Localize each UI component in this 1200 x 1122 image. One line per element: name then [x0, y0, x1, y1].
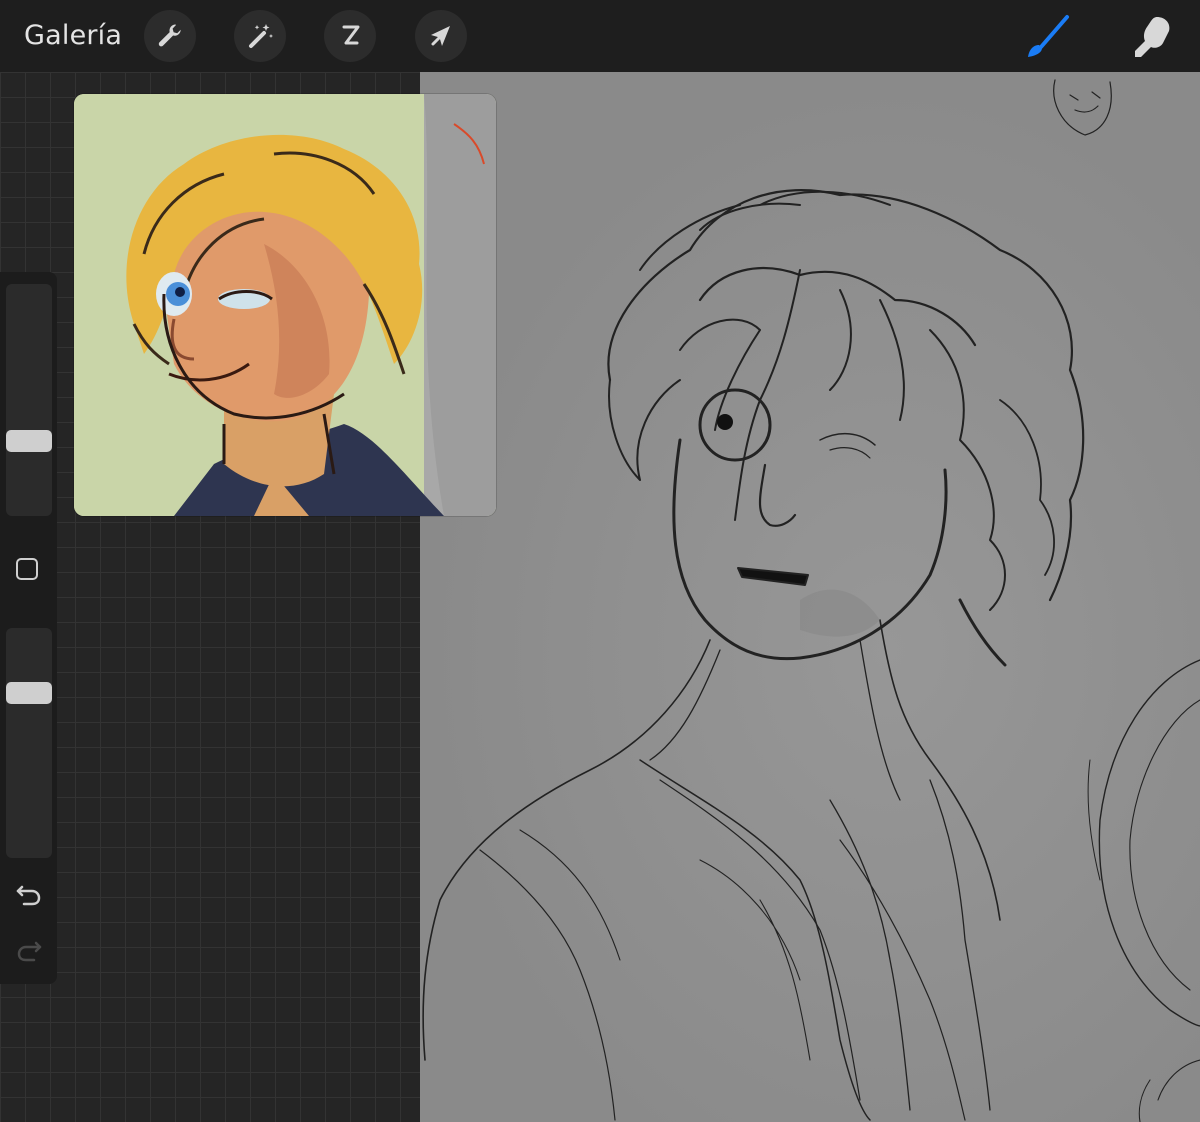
transform-button[interactable] — [415, 10, 467, 62]
brush-button[interactable] — [1020, 10, 1074, 64]
drawing-canvas[interactable] — [420, 72, 1200, 1122]
brush-size-slider-thumb[interactable] — [6, 430, 52, 452]
sketch-drawing — [422, 79, 1200, 1122]
reference-portrait-image — [74, 94, 496, 516]
arrow-cursor-icon — [431, 26, 450, 46]
selection-s-icon — [342, 25, 360, 45]
top-toolbar: Galería — [0, 0, 1200, 72]
selection-button[interactable] — [324, 10, 376, 62]
smudge-finger-icon — [1135, 17, 1170, 57]
magic-wand-icon — [249, 24, 273, 48]
opacity-slider[interactable] — [6, 628, 52, 858]
sidebar — [0, 272, 57, 984]
modify-button[interactable] — [16, 558, 38, 580]
brush-icon — [1028, 15, 1069, 57]
undo-arrow-icon[interactable] — [14, 878, 44, 908]
smudge-button[interactable] — [1124, 10, 1178, 64]
opacity-slider-thumb[interactable] — [6, 682, 52, 704]
adjustments-button[interactable] — [234, 10, 286, 62]
wrench-icon — [158, 24, 181, 47]
gallery-button[interactable]: Galería — [24, 18, 122, 54]
brush-size-slider[interactable] — [6, 284, 52, 516]
actions-button[interactable] — [144, 10, 196, 62]
reference-window[interactable] — [74, 94, 496, 516]
redo-arrow-icon[interactable] — [14, 934, 44, 964]
